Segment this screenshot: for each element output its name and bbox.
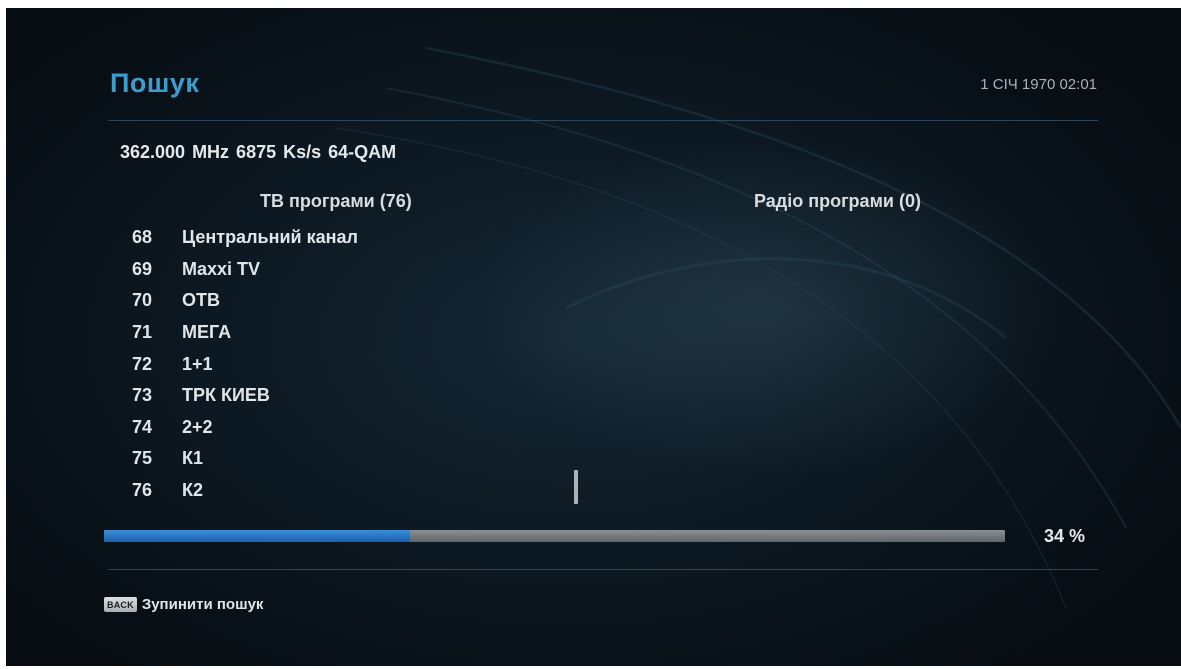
channel-number: 73 bbox=[132, 385, 153, 406]
channel-number: 76 bbox=[132, 480, 153, 501]
channel-number: 75 bbox=[132, 448, 153, 469]
page-title: Пошук bbox=[110, 68, 200, 98]
channel-name: 1+1 bbox=[182, 353, 213, 374]
channel-name: Центральний канал bbox=[182, 227, 358, 248]
channel-row: 75 К1 bbox=[124, 443, 358, 475]
channel-row: 76 К2 bbox=[124, 475, 358, 507]
tv-programs-header: ТВ програми (76) bbox=[260, 191, 412, 211]
scan-progress-percent: 34 % bbox=[1044, 526, 1086, 546]
tv-channel-list: 68 Центральний канал 69 Maxxi TV 70 ОТВ … bbox=[124, 222, 358, 506]
channel-number: 71 bbox=[132, 322, 153, 343]
scan-progress-fill bbox=[104, 530, 411, 542]
channel-row: 72 1+1 bbox=[124, 348, 358, 380]
tuning-parameters: 362.000 MHz 6875 Ks/s 64-QAM bbox=[120, 142, 397, 162]
channel-number: 69 bbox=[132, 258, 153, 279]
channel-name: К2 bbox=[182, 480, 203, 501]
stop-search-label: Зупинити пошук bbox=[141, 596, 264, 613]
channel-row: 68 Центральний канал bbox=[124, 222, 358, 254]
channel-name: 2+2 bbox=[182, 416, 213, 437]
channel-row: 74 2+2 bbox=[124, 412, 358, 444]
scan-screen: Пошук 1 СІЧ 1970 02:01 362.000 MHz 6875 … bbox=[6, 8, 1181, 666]
footer-divider bbox=[108, 569, 1098, 570]
channel-name: К1 bbox=[182, 448, 203, 469]
radio-programs-header: Радіо програми (0) bbox=[754, 191, 921, 211]
scan-cursor-indicator bbox=[574, 470, 578, 504]
channel-name: ТРК КИЕВ bbox=[182, 385, 270, 406]
channel-number: 70 bbox=[132, 290, 153, 311]
channel-row: 71 МЕГА bbox=[124, 317, 358, 349]
channel-name: Maxxi TV bbox=[182, 258, 261, 279]
channel-row: 73 ТРК КИЕВ bbox=[124, 380, 358, 412]
channel-row: 69 Maxxi TV bbox=[124, 254, 358, 286]
header-divider bbox=[108, 120, 1098, 121]
channel-number: 72 bbox=[132, 353, 153, 374]
datetime-display: 1 СІЧ 1970 02:01 bbox=[980, 76, 1097, 93]
channel-number: 68 bbox=[132, 227, 153, 248]
channel-row: 70 ОТВ bbox=[124, 285, 358, 317]
channel-name: ОТВ bbox=[182, 290, 220, 311]
stop-search-hint[interactable]: BACK Зупинити пошук bbox=[104, 596, 263, 613]
scan-progress-bar bbox=[104, 530, 1005, 542]
channel-name: МЕГА bbox=[182, 322, 232, 343]
back-key-icon: BACK bbox=[104, 597, 137, 612]
channel-number: 74 bbox=[132, 416, 153, 437]
